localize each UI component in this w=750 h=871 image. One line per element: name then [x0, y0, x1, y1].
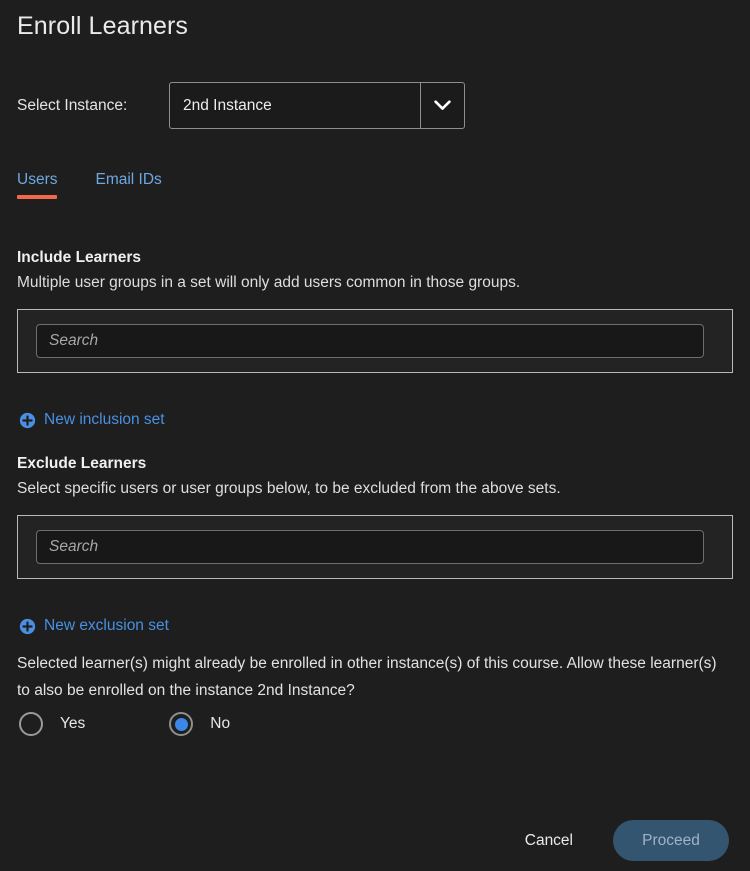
page-title: Enroll Learners: [17, 12, 189, 40]
radio-option-yes[interactable]: Yes: [19, 712, 85, 736]
new-inclusion-set-link[interactable]: New inclusion set: [19, 410, 165, 430]
tab-email-ids[interactable]: Email IDs: [95, 170, 161, 204]
include-learners-subtext: Multiple user groups in a set will only …: [17, 274, 521, 291]
tab-users[interactable]: Users: [17, 170, 58, 204]
exclude-search-input[interactable]: [36, 530, 704, 564]
exclusion-set-container: [17, 515, 733, 579]
plus-circle-icon: [19, 618, 36, 634]
instance-select-value: 2nd Instance: [183, 96, 272, 114]
instance-select[interactable]: 2nd Instance: [169, 82, 465, 129]
exclude-learners-heading: Exclude Learners: [17, 455, 147, 472]
radio-option-no[interactable]: No: [169, 712, 230, 736]
radio-no-mark[interactable]: [169, 712, 194, 736]
tab-users-label: Users: [17, 171, 58, 188]
include-learners-heading: Include Learners: [17, 249, 142, 266]
instance-selector-row: Select Instance: 2nd Instance: [17, 82, 465, 129]
allow-enroll-radio-group: Yes No: [19, 712, 230, 736]
radio-no-label: No: [210, 715, 231, 732]
inclusion-set-container: [17, 309, 733, 373]
include-search-input[interactable]: [36, 324, 704, 358]
proceed-button[interactable]: Proceed: [613, 820, 729, 861]
allow-enroll-question: Selected learner(s) might already be enr…: [17, 655, 717, 699]
new-exclusion-set-label: New exclusion set: [44, 617, 169, 634]
dialog-footer: Cancel Proceed: [521, 820, 729, 861]
new-exclusion-set-link[interactable]: New exclusion set: [19, 616, 169, 636]
enroll-learners-dialog: Enroll Learners Select Instance: 2nd Ins…: [0, 0, 750, 871]
exclude-learners-subtext: Select specific users or user groups bel…: [17, 480, 561, 497]
tab-email-ids-label: Email IDs: [95, 171, 162, 188]
new-inclusion-set-label: New inclusion set: [44, 411, 165, 428]
radio-yes-label: Yes: [60, 715, 86, 732]
radio-yes-mark[interactable]: [19, 712, 43, 736]
select-instance-label: Select Instance:: [17, 96, 128, 114]
plus-circle-icon: [19, 412, 36, 428]
chevron-down-icon[interactable]: [420, 83, 464, 128]
tab-active-indicator: [17, 195, 58, 199]
cancel-button[interactable]: Cancel: [521, 824, 577, 858]
tab-bar: Users Email IDs: [17, 170, 200, 204]
